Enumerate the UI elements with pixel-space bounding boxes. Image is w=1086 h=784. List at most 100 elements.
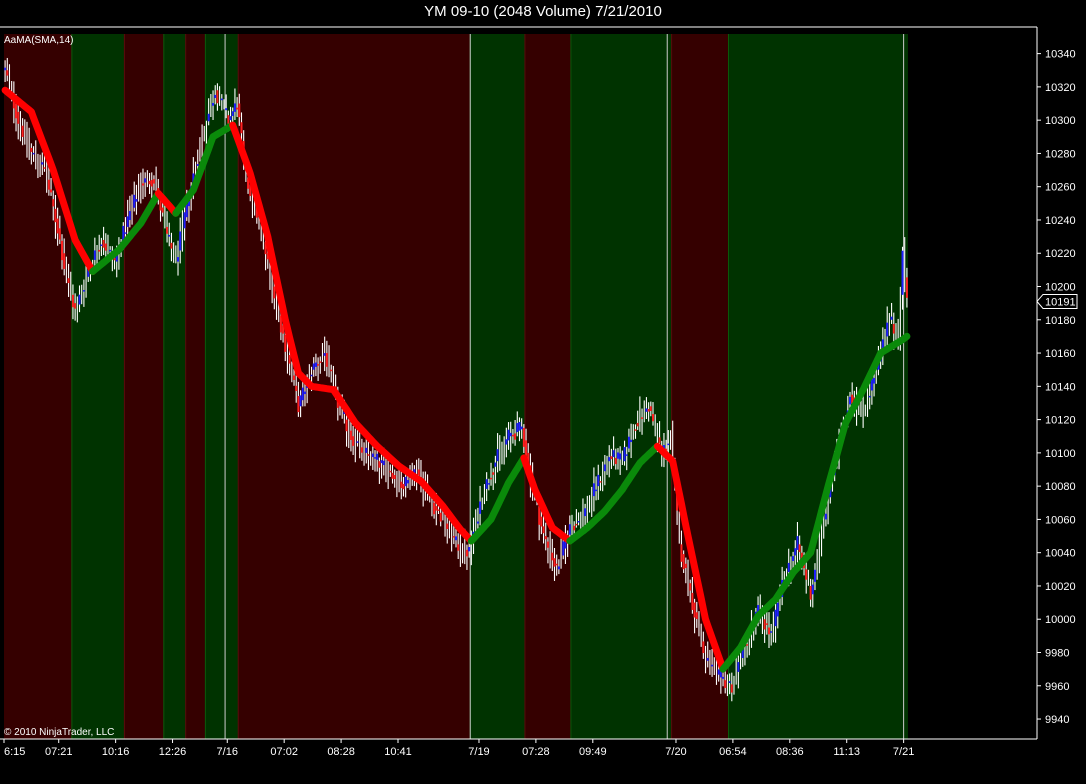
price-bar-body (389, 470, 392, 473)
price-bar-body (614, 457, 617, 465)
price-bar-body (297, 396, 300, 413)
price-bar-body (667, 443, 670, 446)
price-bar-body (684, 563, 687, 568)
x-tick-label: 08:36 (776, 746, 804, 758)
price-bar-body (568, 524, 571, 535)
price-bar-body (126, 216, 129, 227)
y-axis-ticks: 9940 9960 9980 10000 10020 10040 10060 10080 101… (1037, 49, 1076, 726)
price-bar-body (299, 395, 302, 407)
price-bar-body (584, 508, 587, 517)
price-bar-body (78, 294, 81, 305)
y-tick-label: 10220 (1045, 248, 1076, 260)
price-bar-body (93, 250, 96, 260)
price-bar-body (303, 391, 306, 395)
price-bar-body (43, 167, 46, 169)
price-bar-body (649, 406, 652, 411)
price-bar-body (30, 147, 33, 152)
price-bar-body (439, 512, 442, 522)
price-bar-body (542, 526, 545, 534)
price-bar-body (220, 98, 223, 101)
price-bar-body (890, 316, 893, 320)
y-tick-label: 10240 (1045, 215, 1076, 227)
price-bar-body (168, 235, 171, 237)
price-bar-body (47, 179, 50, 190)
y-tick-label: 10260 (1045, 182, 1076, 194)
price-bar-body (873, 377, 876, 384)
price-bar-body (161, 207, 164, 213)
price-bar-body (301, 387, 304, 401)
x-tick-label: 07:02 (270, 746, 298, 758)
price-bar-body (575, 523, 578, 526)
price-bar-body (56, 218, 59, 234)
price-bar-body (433, 502, 436, 515)
price-bar-body (4, 67, 7, 71)
price-bar-body (728, 681, 731, 683)
price-bar-body (892, 323, 895, 334)
price-bar-body (824, 513, 827, 520)
price-chart[interactable]: 9940 9960 9980 10000 10020 10040 10060 10080 101… (0, 0, 1086, 784)
price-bar-body (391, 472, 394, 479)
price-bar-body (214, 94, 217, 98)
y-tick-label: 10080 (1045, 481, 1076, 493)
price-bar-body (148, 180, 151, 185)
price-bar-body (612, 450, 615, 458)
price-bar-body (573, 525, 576, 531)
price-bar-body (177, 257, 180, 262)
price-bar-body (32, 152, 35, 155)
price-bar-body (41, 162, 44, 165)
price-bar-body (102, 239, 105, 248)
price-bar-body (152, 179, 155, 184)
x-tick-label: 10:41 (384, 746, 412, 758)
price-bar-body (314, 362, 317, 367)
price-bar-body (349, 430, 352, 441)
price-bar-body (50, 189, 53, 193)
price-bar-body (98, 249, 101, 252)
price-bar-body (805, 569, 808, 580)
price-bar-body (476, 521, 479, 524)
price-bar-body (702, 641, 705, 654)
trend-zone-down (124, 34, 164, 739)
y-tick-label: 10040 (1045, 548, 1076, 560)
trend-zone-up (570, 34, 672, 739)
price-bar-body (468, 547, 471, 552)
price-bar-body (378, 461, 381, 468)
price-bar-body (557, 566, 560, 570)
price-bar-body (61, 240, 64, 261)
price-bar-body (623, 447, 626, 462)
price-bar-body (104, 243, 107, 251)
price-bar-body (787, 562, 790, 573)
price-bar-body (135, 199, 138, 202)
x-tick-label: 7/16 (217, 746, 238, 758)
price-bar-body (538, 506, 541, 525)
y-tick-label: 10300 (1045, 115, 1076, 127)
trend-zone-down (238, 34, 471, 739)
price-bar-body (317, 364, 320, 366)
y-tick-label: 10160 (1045, 348, 1076, 360)
price-bar-body (608, 457, 611, 462)
price-bar-body (905, 277, 908, 298)
price-bar-body (71, 294, 74, 308)
price-bar-body (293, 375, 296, 381)
price-bar-body (273, 286, 276, 299)
price-bar-body (682, 554, 685, 570)
price-bar-body (144, 178, 147, 183)
price-bar-body (901, 250, 904, 295)
price-bar-body (437, 509, 440, 511)
price-bar-body (382, 460, 385, 466)
price-bar-body (402, 483, 405, 490)
price-bar-body (356, 441, 359, 443)
price-bar-body (546, 541, 549, 548)
price-bar-body (555, 563, 558, 566)
price-bar-body (52, 199, 55, 207)
price-bar-body (625, 454, 628, 456)
price-bar-body (288, 354, 291, 364)
y-tick-label: 10280 (1045, 148, 1076, 160)
price-bar-body (796, 536, 799, 550)
price-bar-body (592, 483, 595, 497)
price-bar-body (231, 111, 234, 116)
x-tick-label: 10:16 (102, 746, 130, 758)
price-bar-body (763, 619, 766, 630)
price-bar-body (492, 472, 495, 475)
price-bar-body (63, 253, 66, 269)
price-bar-body (627, 436, 630, 449)
